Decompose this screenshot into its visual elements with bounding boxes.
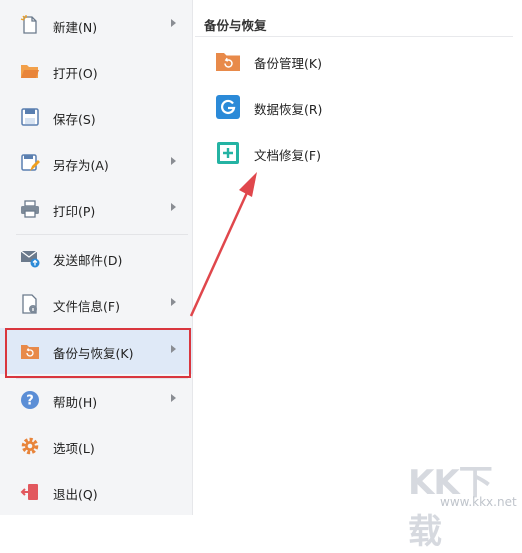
menu-item-help[interactable]: ? 帮助(H) <box>0 377 192 423</box>
menu-item-exit[interactable]: 退出(Q) <box>0 469 192 515</box>
watermark-url: www.kkx.net <box>440 495 517 509</box>
document-repair-icon <box>215 140 241 166</box>
svg-text:?: ? <box>26 394 34 409</box>
submenu-item-label: 备份管理(K) <box>254 56 322 71</box>
menu-item-label: 保存(S) <box>53 112 96 127</box>
chevron-right-icon <box>171 203 176 211</box>
file-info-icon <box>20 294 40 314</box>
save-icon <box>20 107 40 127</box>
menu-item-file-info[interactable]: 文件信息(F) <box>0 281 192 327</box>
send-mail-icon <box>20 248 40 268</box>
menu-item-label: 打印(P) <box>53 204 96 219</box>
watermark: KK下载 www.kkx.net <box>402 455 520 552</box>
submenu-panel: 备份与恢复 备份管理(K) 数据恢复(R) 文档修复(F) <box>195 0 522 515</box>
menu-item-label: 打开(O) <box>53 66 98 81</box>
menu-item-save[interactable]: 保存(S) <box>0 94 192 140</box>
file-menu-panel: 新建(N) 打开(O) 保存(S) 另存为(A) 打印(P) 发送邮件(D) 文… <box>0 0 193 515</box>
menu-item-open[interactable]: 打开(O) <box>0 48 192 94</box>
highlight-box <box>5 328 191 378</box>
help-icon: ? <box>20 390 40 410</box>
menu-item-label: 帮助(H) <box>53 395 98 410</box>
submenu-item-backup-management[interactable]: 备份管理(K) <box>215 44 475 78</box>
chevron-right-icon <box>171 157 176 165</box>
menu-item-save-as[interactable]: 另存为(A) <box>0 140 192 186</box>
menu-item-label: 另存为(A) <box>53 158 109 173</box>
printer-icon <box>20 199 40 219</box>
exit-icon <box>20 482 40 502</box>
menu-item-options[interactable]: 选项(L) <box>0 423 192 469</box>
open-folder-icon <box>20 61 40 81</box>
data-recovery-icon <box>215 94 241 120</box>
backup-management-icon <box>215 48 241 74</box>
submenu-item-label: 数据恢复(R) <box>254 102 323 117</box>
menu-item-label: 退出(Q) <box>53 487 98 502</box>
save-as-icon <box>20 153 40 173</box>
chevron-right-icon <box>171 394 176 402</box>
submenu-divider <box>195 36 513 37</box>
menu-item-new[interactable]: 新建(N) <box>0 2 192 48</box>
chevron-right-icon <box>171 19 176 27</box>
menu-item-print[interactable]: 打印(P) <box>0 186 192 232</box>
menu-item-label: 新建(N) <box>53 20 98 35</box>
submenu-item-label: 文档修复(F) <box>254 148 321 163</box>
menu-item-send-mail[interactable]: 发送邮件(D) <box>0 235 192 281</box>
submenu-title: 备份与恢复 <box>204 18 267 33</box>
chevron-right-icon <box>171 298 176 306</box>
new-file-icon <box>20 15 40 35</box>
options-gear-icon <box>20 436 40 456</box>
menu-item-label: 发送邮件(D) <box>53 253 123 268</box>
submenu-item-document-repair[interactable]: 文档修复(F) <box>215 136 475 170</box>
submenu-item-data-recovery[interactable]: 数据恢复(R) <box>215 90 475 124</box>
menu-item-label: 选项(L) <box>53 441 95 456</box>
menu-item-label: 文件信息(F) <box>53 299 120 314</box>
